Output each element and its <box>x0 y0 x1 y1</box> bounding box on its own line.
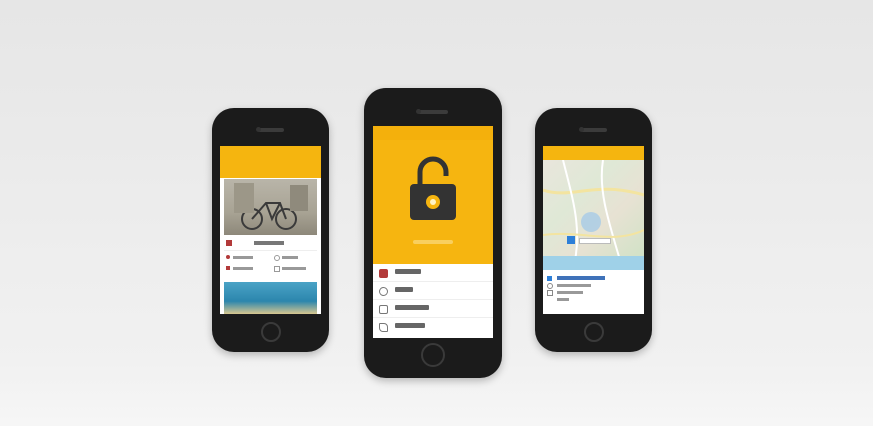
home-button[interactable] <box>421 343 445 367</box>
home-button[interactable] <box>583 322 604 342</box>
detail-title <box>254 241 284 245</box>
screen-right <box>543 146 644 314</box>
clock-icon <box>274 255 280 261</box>
list-item-label <box>395 287 413 292</box>
lock-icon <box>410 156 456 220</box>
location-name <box>557 276 605 280</box>
phone-left <box>212 108 329 352</box>
meta-text <box>282 256 298 259</box>
list-item-label <box>395 269 421 274</box>
phone-center <box>364 88 502 378</box>
sea-photo <box>224 282 317 314</box>
tag-icon <box>226 266 230 270</box>
phone-right <box>535 108 652 352</box>
map-roads <box>543 160 644 270</box>
meta-text <box>282 267 306 270</box>
pin-icon <box>547 276 552 281</box>
list-item[interactable] <box>373 318 493 335</box>
bicycle-icon <box>234 183 308 230</box>
bike-photo <box>224 179 317 235</box>
meta-text <box>233 256 253 259</box>
unlock-label <box>413 240 453 244</box>
unlock-panel[interactable] <box>373 126 493 264</box>
phone-camera <box>579 127 584 132</box>
clock-icon <box>379 287 388 296</box>
address-line <box>557 291 583 294</box>
app-header <box>220 160 321 178</box>
list-item[interactable] <box>373 300 493 318</box>
app-bar <box>543 146 644 160</box>
divider <box>224 250 317 251</box>
meta-text <box>233 267 253 270</box>
app-bar <box>373 126 493 140</box>
clock-icon <box>547 283 553 289</box>
screen-left <box>220 146 321 314</box>
phone-speaker <box>257 128 284 132</box>
address-line <box>557 298 569 301</box>
pin-icon[interactable] <box>567 236 575 244</box>
address-line <box>557 284 591 287</box>
phone-speaker <box>418 110 448 114</box>
list-item-label <box>395 305 429 310</box>
calendar-icon <box>379 269 388 278</box>
map-water <box>543 256 644 270</box>
phone-camera <box>416 109 421 114</box>
app-bar <box>220 146 321 160</box>
calendar-icon <box>226 240 232 246</box>
home-button[interactable] <box>260 322 281 342</box>
phone-camera <box>256 127 261 132</box>
list-item[interactable] <box>373 264 493 282</box>
list-item-label <box>395 323 425 328</box>
home-icon <box>379 305 388 314</box>
phone-icon <box>547 290 553 296</box>
person-icon <box>274 266 280 272</box>
map-view[interactable] <box>543 160 644 270</box>
pin-icon <box>226 255 230 259</box>
phone-speaker <box>580 128 607 132</box>
location-info <box>543 270 644 314</box>
map-callout <box>579 238 611 244</box>
screen-center <box>373 126 493 338</box>
list-item[interactable] <box>373 282 493 300</box>
phone-icon <box>379 323 388 332</box>
